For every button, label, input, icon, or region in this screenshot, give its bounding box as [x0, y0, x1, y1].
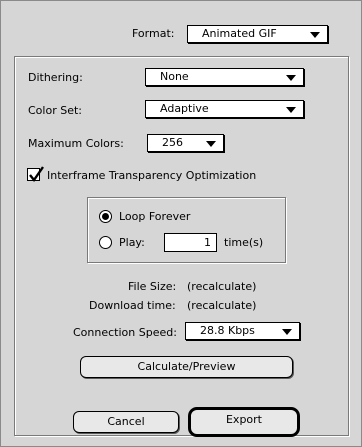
color-set-value: Adaptive [160, 102, 209, 115]
chevron-down-icon [282, 329, 292, 335]
interframe-checkbox[interactable] [27, 166, 44, 183]
chevron-down-icon [286, 75, 296, 81]
play-radio[interactable] [99, 236, 112, 249]
connection-speed-value: 28.8 Kbps [200, 324, 255, 337]
times-label: time(s) [224, 236, 264, 249]
export-dialog: Format: Animated GIF Dithering: None Col… [0, 0, 362, 447]
chevron-down-icon [206, 141, 216, 147]
chevron-down-icon [310, 32, 320, 38]
loop-group [87, 197, 286, 263]
play-label[interactable]: Play: [119, 236, 145, 250]
format-popup[interactable]: Animated GIF [187, 25, 328, 43]
cancel-button[interactable]: Cancel [73, 411, 179, 433]
color-set-label: Color Set: [28, 104, 82, 117]
connection-speed-popup[interactable]: 28.8 Kbps [185, 322, 300, 340]
file-size-label: File Size: [128, 280, 177, 293]
dithering-value: None [160, 70, 189, 83]
checkmark-icon [29, 166, 44, 183]
download-time-label: Download time: [89, 299, 176, 312]
max-colors-popup[interactable]: 256 [147, 134, 224, 152]
loop-forever-label[interactable]: Loop Forever [119, 210, 190, 224]
calculate-preview-button[interactable]: Calculate/Preview [80, 356, 293, 378]
connection-speed-label: Connection Speed: [73, 326, 177, 339]
max-colors-label: Maximum Colors: [28, 137, 124, 150]
dithering-popup[interactable]: None [145, 68, 304, 86]
format-label: Format: [132, 27, 175, 40]
dithering-label: Dithering: [28, 71, 83, 84]
play-count-field[interactable]: 1 [164, 233, 217, 252]
chevron-down-icon [286, 107, 296, 113]
color-set-popup[interactable]: Adaptive [145, 100, 304, 118]
export-button[interactable]: Export [188, 407, 300, 437]
max-colors-value: 256 [162, 136, 183, 149]
format-value: Animated GIF [202, 27, 277, 40]
download-time-value: (recalculate) [187, 299, 257, 312]
loop-forever-radio[interactable] [99, 210, 112, 223]
file-size-value: (recalculate) [187, 280, 257, 293]
interframe-label[interactable]: Interframe Transparency Optimization [47, 169, 256, 183]
